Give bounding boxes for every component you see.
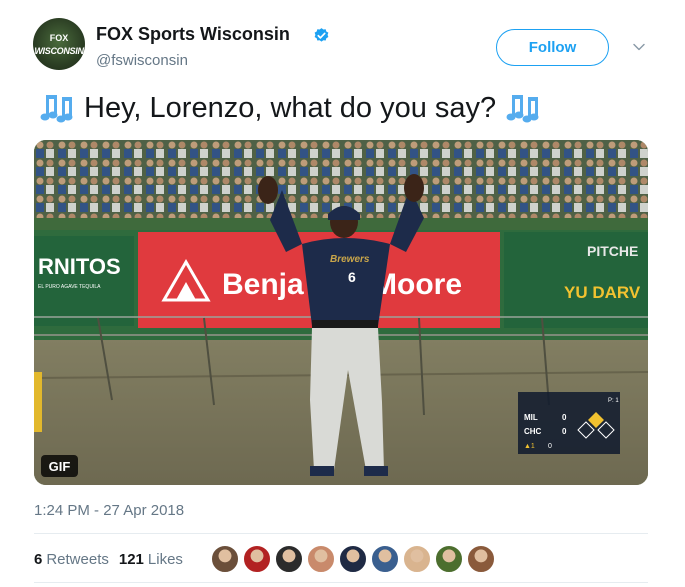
retweets-label: Retweets [46, 551, 109, 568]
tweet-media-gif[interactable]: RNITOS EL PURO AGAVE TEQUILA Benja Moore… [34, 140, 648, 485]
liker-avatar-9[interactable] [467, 545, 495, 573]
sign-right-bottom: YU DARV [564, 283, 641, 302]
liker-avatar-2[interactable] [243, 545, 271, 573]
tweet-card: FOX WISCONSIN FOX Sports Wisconsin @fswi… [0, 0, 685, 587]
avatar-logo-wisconsin: WISCONSIN [34, 46, 84, 56]
scorebug: P: 1 MIL 0 CHC 0 ▲1 0 [518, 392, 620, 454]
jersey-number: 6 [348, 269, 356, 285]
liker-avatars [211, 545, 499, 573]
jersey-script: Brewers [330, 254, 370, 265]
tweet-timestamp[interactable]: 1:24 PM - 27 Apr 2018 [34, 502, 184, 519]
gif-frame: RNITOS EL PURO AGAVE TEQUILA Benja Moore… [34, 140, 648, 485]
divider [34, 582, 648, 583]
scorebug-home-team: CHC [524, 427, 542, 436]
retweets-stat[interactable]: 6 Retweets [34, 551, 109, 568]
scorebug-count: 0 [548, 443, 552, 450]
account-handle[interactable]: @fswisconsin [96, 52, 188, 69]
liker-avatar-4[interactable] [307, 545, 335, 573]
scorebug-home-score: 0 [562, 427, 567, 436]
engagement-stats: 6 Retweets 121 Likes [34, 551, 193, 568]
avatar-logo-fox: FOX [49, 33, 69, 43]
liker-avatar-8[interactable] [435, 545, 463, 573]
follow-button[interactable]: Follow [496, 29, 609, 66]
account-name[interactable]: FOX Sports Wisconsin [96, 24, 290, 45]
scorebug-inning: ▲1 [524, 443, 535, 450]
liker-avatar-1[interactable] [211, 545, 239, 573]
sign-right-top: PITCHE [587, 243, 638, 259]
liker-avatar-7[interactable] [403, 545, 431, 573]
musical-notes-icon [506, 94, 539, 122]
gif-badge: GIF [41, 455, 78, 477]
retweets-count: 6 [34, 551, 43, 568]
likes-count: 121 [118, 551, 144, 568]
verified-badge-icon [314, 28, 329, 42]
liker-avatar-3[interactable] [275, 545, 303, 573]
account-avatar[interactable]: FOX WISCONSIN [33, 18, 85, 70]
tweet-message: Hey, Lorenzo, what do you say? [84, 92, 497, 124]
scorebug-top-right: P: 1 [608, 398, 619, 404]
divider [34, 533, 648, 534]
scorebug-away-score: 0 [562, 413, 567, 422]
sign-left-subtext: EL PURO AGAVE TEQUILA [38, 284, 101, 290]
sign-left-text: RNITOS [38, 254, 121, 279]
scorebug-away-team: MIL [524, 413, 538, 422]
sign-center-left: Benja [222, 268, 304, 301]
liker-avatar-5[interactable] [339, 545, 367, 573]
chevron-down-icon[interactable] [632, 40, 646, 54]
likes-label: Likes [147, 551, 183, 568]
tweet-text: Hey, Lorenzo, what do you say? [34, 92, 546, 125]
liker-avatar-6[interactable] [371, 545, 399, 573]
musical-notes-icon [40, 94, 73, 122]
likes-stat[interactable]: 121 Likes [119, 551, 183, 568]
